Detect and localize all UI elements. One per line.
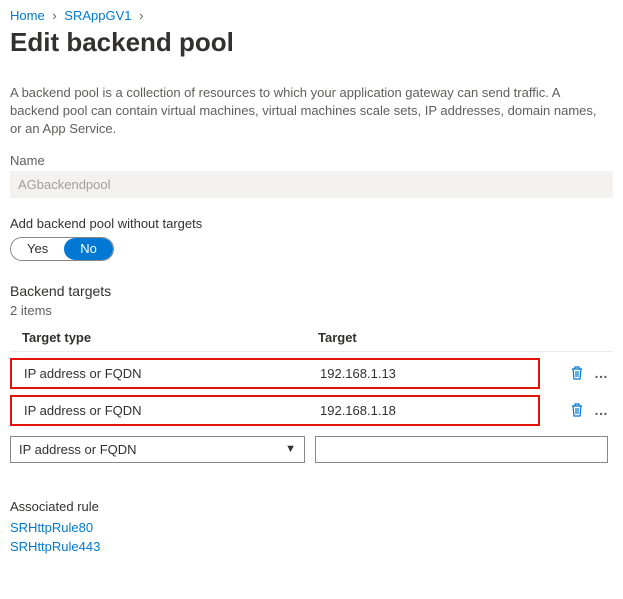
breadcrumb-home[interactable]: Home — [10, 8, 45, 23]
chevron-right-icon: › — [52, 8, 56, 23]
delete-icon[interactable] — [568, 364, 586, 382]
chevron-down-icon: ▼ — [285, 443, 296, 455]
table-row: IP address or FQDN 192.168.1.13 … — [10, 358, 613, 389]
column-target-type: Target type — [18, 330, 318, 345]
breadcrumb-item[interactable]: SRAppGV1 — [64, 8, 131, 23]
toggle-no[interactable]: No — [64, 238, 113, 260]
associated-rule-label: Associated rule — [10, 499, 613, 514]
row-target: 192.168.1.13 — [320, 366, 530, 381]
chevron-right-icon: › — [139, 8, 143, 23]
column-target: Target — [318, 330, 605, 345]
items-count: 2 items — [10, 303, 613, 318]
row-target: 192.168.1.18 — [320, 403, 530, 418]
name-label: Name — [10, 153, 613, 168]
target-type-select[interactable]: IP address or FQDN ▼ — [10, 436, 305, 463]
description-text: A backend pool is a collection of resour… — [10, 84, 600, 139]
target-row-highlight: IP address or FQDN 192.168.1.18 — [10, 395, 540, 426]
target-input[interactable] — [315, 436, 608, 463]
page-title: Edit backend pool — [10, 27, 613, 58]
delete-icon[interactable] — [568, 401, 586, 419]
associated-rule-section: Associated rule SRHttpRule80 SRHttpRule4… — [10, 499, 613, 557]
select-value: IP address or FQDN — [19, 442, 137, 457]
row-type: IP address or FQDN — [20, 366, 320, 381]
target-row-highlight: IP address or FQDN 192.168.1.13 — [10, 358, 540, 389]
table-header: Target type Target — [10, 324, 613, 352]
no-targets-label: Add backend pool without targets — [10, 216, 613, 231]
more-icon[interactable]: … — [594, 365, 609, 381]
toggle-yes[interactable]: Yes — [11, 238, 64, 260]
rule-link[interactable]: SRHttpRule443 — [10, 537, 613, 557]
table-row: IP address or FQDN 192.168.1.18 … — [10, 395, 613, 426]
new-target-row: IP address or FQDN ▼ — [10, 436, 608, 463]
more-icon[interactable]: … — [594, 402, 609, 418]
rule-link[interactable]: SRHttpRule80 — [10, 518, 613, 538]
name-input[interactable] — [10, 171, 613, 198]
no-targets-toggle[interactable]: Yes No — [10, 237, 114, 261]
row-type: IP address or FQDN — [20, 403, 320, 418]
breadcrumb: Home › SRAppGV1 › — [10, 8, 613, 23]
backend-targets-heading: Backend targets — [10, 283, 613, 299]
